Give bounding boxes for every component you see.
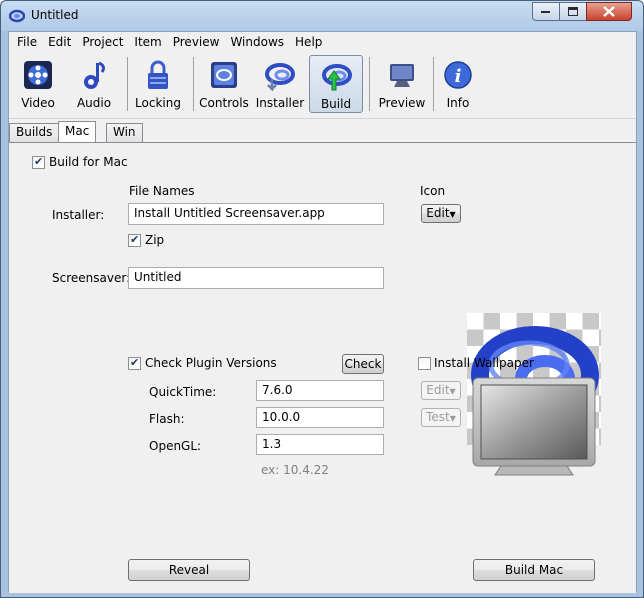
close-button[interactable] <box>586 2 632 21</box>
toolbar-locking-button[interactable]: Locking <box>131 55 185 113</box>
check-plugin-versions-label: Check Plugin Versions <box>145 356 277 370</box>
toolbar-video-button[interactable]: Video <box>11 55 65 113</box>
screensaver-label: Screensaver: <box>52 271 131 285</box>
quicktime-version-field[interactable]: 7.6.0 <box>256 380 384 401</box>
opengl-label: OpenGL: <box>149 439 202 453</box>
mac-build-panel: ✔ Build for Mac File Names Icon Installe… <box>9 142 636 593</box>
check-button[interactable]: Check <box>342 354 384 374</box>
build-for-mac-label: Build for Mac <box>49 155 128 169</box>
toolbar-build-button[interactable]: Build <box>309 55 363 113</box>
music-note-icon <box>84 61 105 89</box>
zip-label: Zip <box>145 233 165 247</box>
install-wallpaper-checkbox[interactable] <box>418 357 431 370</box>
wallpaper-edit-button[interactable]: Edit▼ <box>421 381 461 400</box>
icon-heading: Icon <box>420 184 446 198</box>
info-icon: i <box>444 61 472 89</box>
maximize-button[interactable] <box>559 2 587 21</box>
edit-icon-button[interactable]: Edit▼ <box>421 204 461 223</box>
padlock-icon <box>148 60 168 89</box>
toolbar-audio-button[interactable]: Audio <box>67 55 121 113</box>
menu-file[interactable]: File <box>13 35 41 49</box>
install-wallpaper-label: Install Wallpaper <box>434 356 534 370</box>
checkmark-icon: ✔ <box>34 155 44 168</box>
menu-project[interactable]: Project <box>78 35 127 49</box>
edit-icon-button-label: Edit <box>426 206 450 220</box>
menu-help[interactable]: Help <box>291 35 326 49</box>
flash-label: Flash: <box>149 412 185 426</box>
menu-item[interactable]: Item <box>130 35 165 49</box>
checkmark-icon: ✔ <box>130 233 140 246</box>
minimize-button[interactable] <box>532 2 560 21</box>
close-icon <box>603 6 615 17</box>
quicktime-label: QuickTime: <box>149 385 217 399</box>
dropdown-arrow-icon: ▼ <box>449 210 456 219</box>
build-mac-button[interactable]: Build Mac <box>473 559 595 581</box>
file-names-heading: File Names <box>129 184 195 198</box>
title-bar[interactable]: Untitled <box>1 1 643 31</box>
menu-windows[interactable]: Windows <box>226 35 288 49</box>
dropdown-arrow-icon: ▼ <box>449 414 456 423</box>
controls-icon <box>211 62 237 88</box>
toolbar-info-label: Info <box>446 96 470 110</box>
tab-builds[interactable]: Builds <box>9 123 60 142</box>
client-area: File Edit Project Item Preview Windows H… <box>8 31 637 593</box>
zip-checkbox[interactable]: ✔ <box>128 233 141 247</box>
toolbar-info-button[interactable]: i Info <box>431 55 485 113</box>
dropdown-arrow-icon: ▼ <box>449 387 456 396</box>
version-example-hint: ex: 10.4.22 <box>261 463 329 477</box>
menu-preview[interactable]: Preview <box>169 35 224 49</box>
toolbar-audio-label: Audio <box>76 96 112 110</box>
checkmark-icon: ✔ <box>130 356 140 369</box>
toolbar-locking-label: Locking <box>135 96 181 110</box>
installer-icon <box>265 63 295 91</box>
wallpaper-edit-label: Edit <box>426 383 450 397</box>
menu-bar: File Edit Project Item Preview Windows H… <box>9 32 636 52</box>
toolbar: Video Audio Locking Controls Installer B… <box>9 53 636 119</box>
installer-filename-field[interactable]: Install Untitled Screensaver.app <box>128 203 384 225</box>
installer-label: Installer: <box>52 208 105 222</box>
toolbar-build-label: Build <box>320 97 352 111</box>
check-plugin-versions-checkbox[interactable]: ✔ <box>128 356 141 370</box>
wallpaper-monitor-icon <box>472 377 596 476</box>
wallpaper-test-button[interactable]: Test▼ <box>421 408 461 427</box>
tab-mac[interactable]: Mac <box>58 121 97 143</box>
minimize-icon <box>541 10 550 13</box>
opengl-version-field[interactable]: 1.3 <box>256 434 384 455</box>
maximize-icon <box>567 6 578 16</box>
toolbar-preview-button[interactable]: Preview <box>375 55 429 113</box>
flash-version-field[interactable]: 10.0.0 <box>256 407 384 428</box>
toolbar-installer-button[interactable]: Installer <box>253 55 307 113</box>
window-title: Untitled <box>31 8 79 22</box>
menu-edit[interactable]: Edit <box>44 35 75 49</box>
monitor-icon <box>390 64 414 87</box>
build-icon <box>322 64 352 91</box>
film-reel-icon <box>24 61 52 89</box>
tab-win[interactable]: Win <box>106 123 143 142</box>
app-icon <box>9 9 25 23</box>
app-window: Untitled File Edit Project Item Preview … <box>0 0 644 598</box>
reveal-button[interactable]: Reveal <box>128 559 250 581</box>
wallpaper-test-label: Test <box>426 410 450 424</box>
svg-text:i: i <box>455 66 462 87</box>
build-for-mac-checkbox[interactable]: ✔ <box>32 155 45 169</box>
tab-strip: Builds Mac Win <box>9 121 636 143</box>
screensaver-filename-field[interactable]: Untitled <box>128 267 384 289</box>
toolbar-controls-button[interactable]: Controls <box>197 55 251 113</box>
